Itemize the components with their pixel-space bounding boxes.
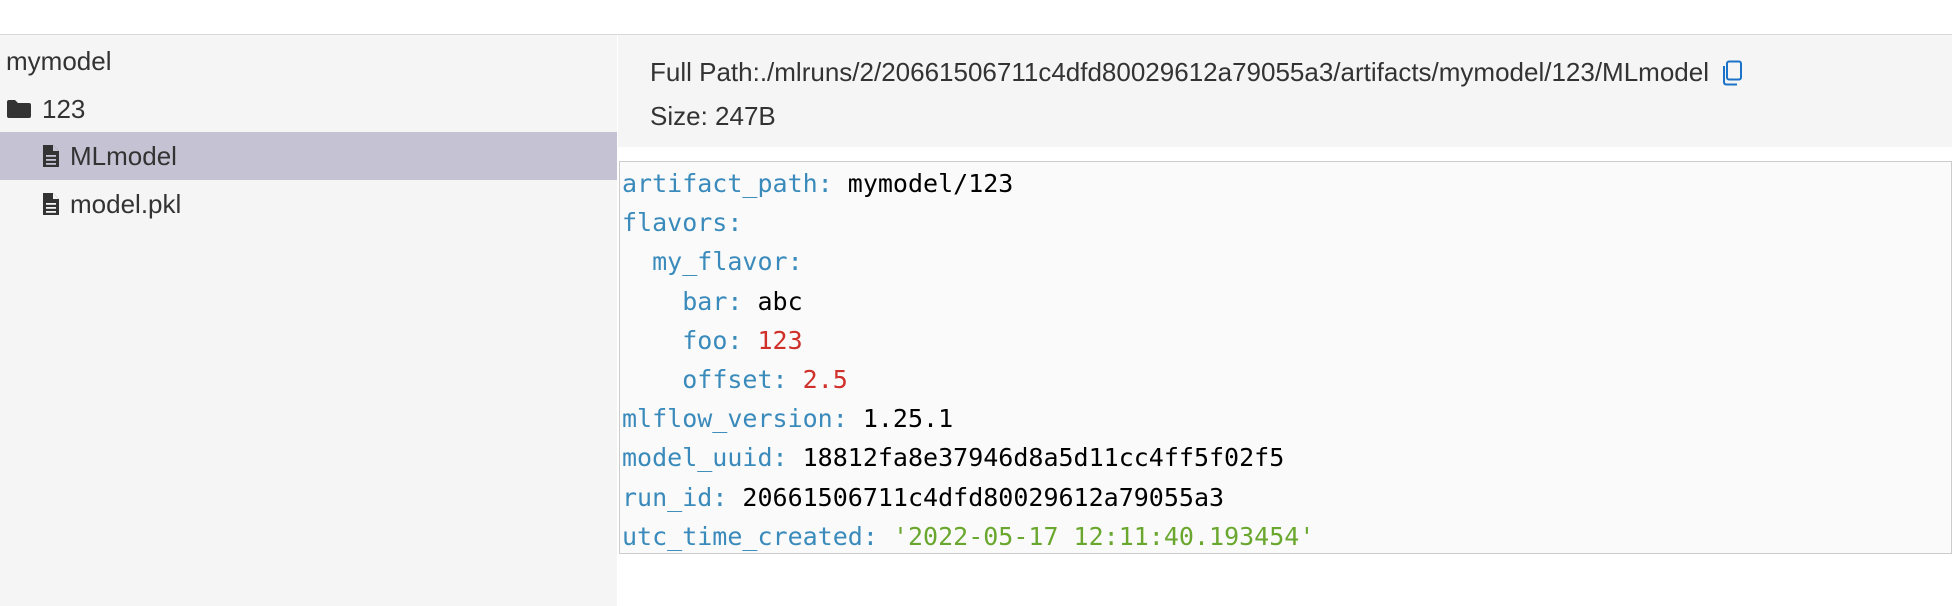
yaml-line: flavors:: [622, 208, 743, 238]
yaml-key: utc_time_created: [622, 521, 863, 551]
yaml-line: bar: abc: [682, 286, 803, 316]
yaml-line: offset: 2.5: [682, 364, 848, 394]
yaml-line: artifact_path: mymodel/123: [622, 169, 1014, 198]
yaml-preview[interactable]: artifact_path: mymodel/123 flavors: my_f…: [619, 161, 1952, 554]
tree-root-label: mymodel: [6, 45, 112, 76]
artifact-tree: mymodel 123 MLmodel model.pkl: [0, 35, 617, 606]
yaml-line: mlflow_version: 1.25.1: [622, 404, 954, 434]
tree-file-model-pkl[interactable]: model.pkl: [0, 180, 617, 228]
yaml-key: artifact_path: [622, 169, 818, 198]
yaml-line: foo: 123: [682, 325, 803, 355]
yaml-line: model_uuid: 18812fa8e37946d8a5d11cc4ff5f…: [622, 443, 1285, 473]
full-path-value: ./mlruns/2/20661506711c4dfd80029612a7905…: [759, 57, 1709, 87]
yaml-value: abc: [757, 286, 803, 316]
yaml-value: '2022-05-17 12:11:40.193454': [892, 521, 1315, 551]
tree-file-mlmodel[interactable]: MLmodel: [0, 132, 617, 180]
file-icon: [42, 192, 60, 216]
yaml-key: run_id: [622, 482, 713, 512]
yaml-key: my_flavor: [652, 247, 788, 277]
yaml-key: foo: [682, 325, 728, 355]
yaml-key: offset: [682, 364, 773, 394]
folder-icon: [6, 99, 32, 119]
tree-folder-label: 123: [42, 93, 86, 124]
artifact-viewer: Full Path: ./mlruns/2/20661506711c4dfd800…: [618, 35, 1952, 606]
full-path-row: Full Path: ./mlruns/2/20661506711c4dfd800…: [650, 57, 1743, 88]
top-bar: [0, 0, 1952, 35]
yaml-line: run_id: 20661506711c4dfd80029612a79055a3: [622, 482, 1225, 512]
yaml-value: 18812fa8e37946d8a5d11cc4ff5f02f5: [802, 443, 1285, 473]
tree-file-label: MLmodel: [70, 140, 177, 171]
yaml-key: model_uuid: [622, 443, 773, 473]
tree-root-mymodel[interactable]: mymodel: [0, 37, 617, 85]
tree-file-label: model.pkl: [70, 188, 182, 219]
yaml-value: 1.25.1: [862, 404, 954, 434]
yaml-value: mymodel/123: [847, 169, 1014, 198]
yaml-value: 2.5: [802, 364, 848, 394]
artifact-browser: mymodel 123 MLmodel model.pkl Full Path:…: [0, 35, 1952, 606]
yaml-key: mlflow_version: [622, 404, 833, 434]
yaml-key: flavors: [622, 208, 728, 238]
yaml-value: 20661506711c4dfd80029612a79055a3: [742, 482, 1225, 512]
tree-folder-123[interactable]: 123: [0, 85, 617, 133]
yaml-line: my_flavor:: [652, 247, 803, 277]
file-size: Size: 247B: [650, 101, 776, 131]
yaml-key: bar: [682, 286, 728, 316]
file-icon: [42, 144, 60, 168]
copy-icon[interactable]: [1721, 60, 1743, 86]
yaml-line: utc_time_created: '2022-05-17 12:11:40.1…: [622, 521, 1315, 551]
full-path-label: Full Path:: [650, 57, 760, 87]
artifact-info-panel: Full Path: ./mlruns/2/20661506711c4dfd800…: [618, 35, 1952, 147]
yaml-value: 123: [757, 325, 803, 355]
